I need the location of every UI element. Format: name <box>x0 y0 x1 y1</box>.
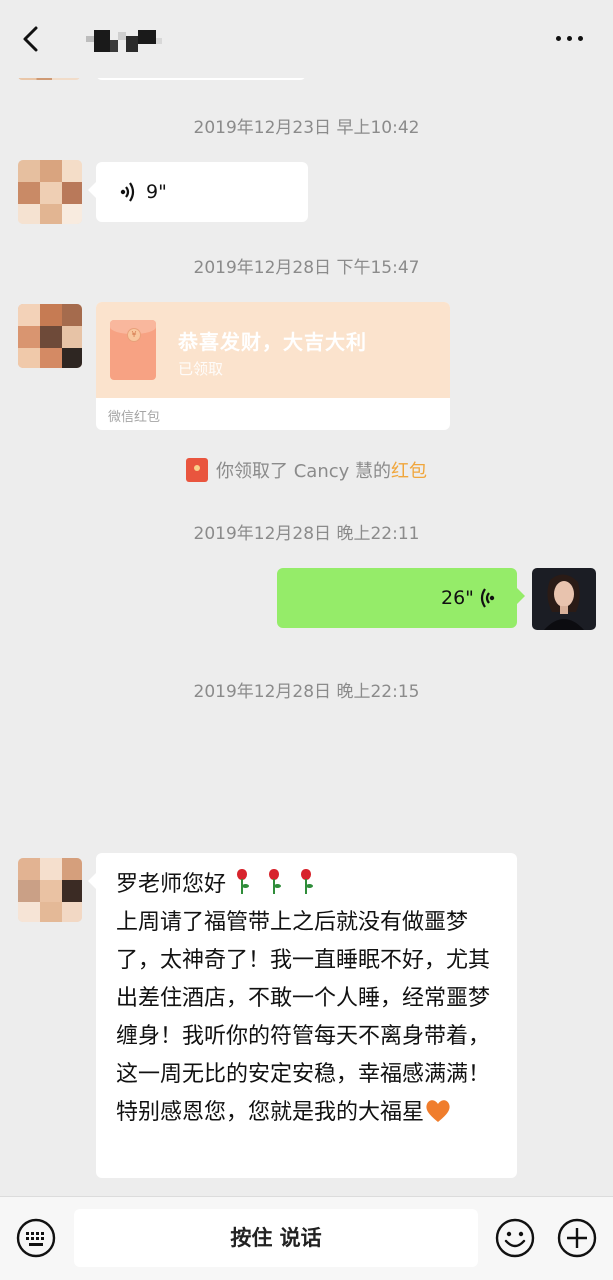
red-packet-status: 已领取 <box>178 360 224 378</box>
emoji-icon[interactable] <box>494 1217 536 1259</box>
my-avatar[interactable] <box>532 568 596 630</box>
system-notice-text: 你领取了 Cancy 慧的 <box>216 461 391 482</box>
message-body: 上周请了福管带上之后就没有做噩梦了，太神奇了！我一直睡眠不好，尤其出差住酒店，不… <box>116 910 491 1125</box>
avatar-image <box>532 568 596 630</box>
red-packet-link[interactable]: 红包 <box>391 461 427 482</box>
rose-emoji-icon <box>264 869 284 895</box>
rose-emoji-icon <box>232 869 252 895</box>
hold-to-talk-button[interactable]: 按住 说话 <box>74 1209 478 1267</box>
rose-emoji-icon <box>296 869 316 895</box>
timestamp: 2019年12月28日 晚上22:15 <box>193 682 420 702</box>
red-packet-message[interactable]: ¥ 恭喜发财，大吉大利 已领取 微信红包 <box>96 302 450 430</box>
input-bar: 按住 说话 <box>0 1196 613 1280</box>
red-packet-footer: 微信红包 <box>108 410 161 425</box>
keyboard-icon[interactable] <box>16 1218 56 1258</box>
system-notice: 你领取了 Cancy 慧的红包 <box>0 457 613 483</box>
chevron-left-icon[interactable] <box>14 20 50 56</box>
voice-wave-icon <box>480 588 495 608</box>
voice-duration: 9" <box>146 181 167 203</box>
voice-message-bubble-outgoing[interactable]: 26" <box>277 568 525 628</box>
red-packet-icon: ¥ <box>110 320 156 380</box>
timestamp: 2019年12月23日 早上10:42 <box>193 118 420 138</box>
message-greeting: 罗老师您好 <box>116 872 227 897</box>
avatar[interactable] <box>18 160 82 224</box>
timestamp: 2019年12月28日 晚上22:11 <box>193 524 420 544</box>
avatar[interactable] <box>18 304 82 368</box>
voice-message-bubble[interactable]: 9" <box>88 162 308 222</box>
message-text: 罗老师您好 上周请了福管带上之后就没有做噩梦了，太神奇了！我一直睡眠不好，尤其出… <box>116 866 506 1132</box>
heart-emoji-icon <box>426 1100 450 1122</box>
chat-title-mosaic <box>86 30 162 52</box>
timestamp: 2019年12月28日 下午15:47 <box>193 258 420 278</box>
avatar-image <box>18 858 82 922</box>
message-list[interactable]: 2019年12月23日 早上10:42 9" 2019年12月28日 下午15:… <box>0 0 613 1196</box>
plus-icon[interactable] <box>556 1217 598 1259</box>
voice-wave-icon <box>120 182 135 202</box>
more-dots-icon[interactable] <box>549 26 589 50</box>
red-packet-small-icon <box>186 458 208 482</box>
avatar-image <box>18 160 82 224</box>
chat-screen: 2019年12月23日 早上10:42 9" 2019年12月28日 下午15:… <box>0 0 613 1280</box>
avatar-image <box>18 304 82 368</box>
avatar[interactable] <box>18 858 82 922</box>
voice-duration: 26" <box>441 587 474 609</box>
chat-header <box>0 0 613 78</box>
red-packet-title: 恭喜发财，大吉大利 <box>178 330 367 354</box>
